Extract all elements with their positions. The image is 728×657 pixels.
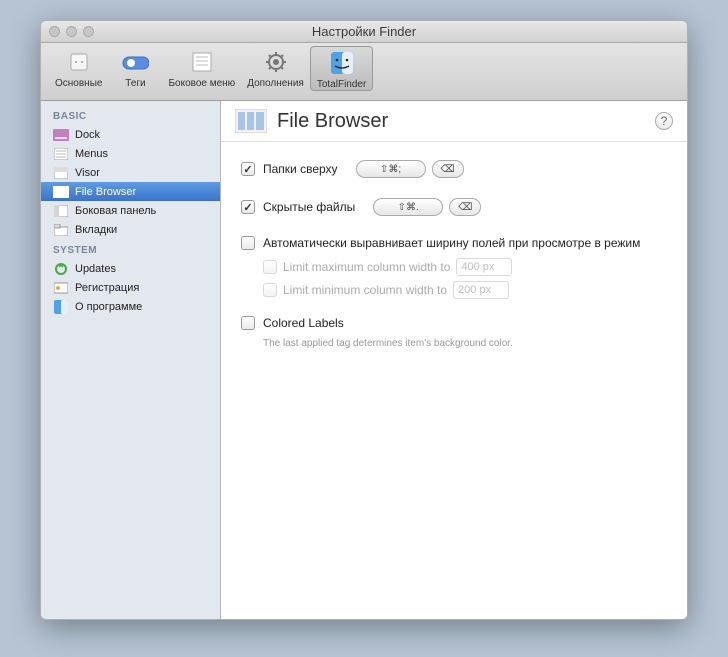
checkbox-folders-on-top[interactable] bbox=[241, 162, 255, 176]
hint-colored-labels: The last applied tag determines item's b… bbox=[263, 338, 667, 349]
dock-icon bbox=[53, 128, 69, 142]
row-auto-width: Автоматически выравнивает ширину полей п… bbox=[241, 236, 667, 250]
row-limit-max: Limit maximum column width to bbox=[263, 258, 667, 276]
shortcut-hidden-files[interactable]: ⇧⌘. bbox=[373, 198, 443, 216]
toolbar: Основные Теги Боковое меню Дополнения To… bbox=[41, 43, 687, 101]
tabs-icon bbox=[53, 223, 69, 237]
page-title: File Browser bbox=[277, 110, 655, 133]
visor-icon bbox=[53, 166, 69, 180]
header-icon bbox=[235, 109, 267, 133]
row-limit-min: Limit minimum column width to bbox=[263, 281, 667, 299]
sidebar-item-file-browser[interactable]: File Browser bbox=[41, 182, 220, 201]
sidebar-item-side-panel[interactable]: Боковая панель bbox=[41, 201, 220, 220]
sidebar-item-registration[interactable]: Регистрация bbox=[41, 278, 220, 297]
sidebar-item-menus[interactable]: Menus bbox=[41, 144, 220, 163]
row-colored-labels: Colored Labels bbox=[241, 316, 667, 330]
help-button[interactable]: ? bbox=[655, 112, 673, 130]
content-header: File Browser ? bbox=[221, 101, 687, 142]
file-browser-icon bbox=[53, 185, 69, 199]
sidebar: BASIC Dock Menus Visor File Browser Боко… bbox=[41, 101, 221, 619]
input-min-width[interactable] bbox=[453, 281, 509, 299]
checkbox-auto-width[interactable] bbox=[241, 236, 255, 250]
label-colored-labels: Colored Labels bbox=[263, 316, 344, 330]
checkbox-colored-labels[interactable] bbox=[241, 316, 255, 330]
updates-icon bbox=[53, 262, 69, 276]
toolbar-general[interactable]: Основные bbox=[49, 48, 108, 89]
window-body: BASIC Dock Menus Visor File Browser Боко… bbox=[41, 101, 687, 619]
label-hidden-files: Скрытые файлы bbox=[263, 200, 355, 214]
toolbar-sidebar[interactable]: Боковое меню bbox=[162, 48, 241, 89]
tags-icon bbox=[121, 48, 149, 76]
side-panel-icon bbox=[53, 204, 69, 218]
finder-icon bbox=[328, 49, 356, 77]
input-max-width[interactable] bbox=[456, 258, 512, 276]
sidebar-icon bbox=[188, 48, 216, 76]
window-title: Настройки Finder bbox=[41, 24, 687, 39]
checkbox-limit-max[interactable] bbox=[263, 260, 277, 274]
toolbar-tags[interactable]: Теги bbox=[108, 48, 162, 89]
registration-icon bbox=[53, 281, 69, 295]
checkbox-limit-min[interactable] bbox=[263, 283, 277, 297]
sidebar-item-dock[interactable]: Dock bbox=[41, 125, 220, 144]
menus-icon bbox=[53, 147, 69, 161]
about-icon bbox=[53, 300, 69, 314]
label-limit-min: Limit minimum column width to bbox=[283, 283, 447, 297]
label-limit-max: Limit maximum column width to bbox=[283, 260, 450, 274]
gear-icon bbox=[262, 48, 290, 76]
sidebar-item-tabs[interactable]: Вкладки bbox=[41, 220, 220, 239]
sidebar-item-visor[interactable]: Visor bbox=[41, 163, 220, 182]
clear-shortcut-1[interactable]: ⌫ bbox=[432, 160, 464, 178]
row-folders-on-top: Папки сверху ⇧⌘; ⌫ bbox=[241, 160, 667, 178]
clear-shortcut-2[interactable]: ⌫ bbox=[449, 198, 481, 216]
general-icon bbox=[65, 48, 93, 76]
content-pane: File Browser ? Папки сверху ⇧⌘; ⌫ Скрыты… bbox=[221, 101, 687, 619]
settings-pane: Папки сверху ⇧⌘; ⌫ Скрытые файлы ⇧⌘. ⌫ bbox=[221, 142, 687, 367]
titlebar[interactable]: Настройки Finder bbox=[41, 21, 687, 43]
row-hidden-files: Скрытые файлы ⇧⌘. ⌫ bbox=[241, 198, 667, 216]
shortcut-folders-on-top[interactable]: ⇧⌘; bbox=[356, 160, 426, 178]
sidebar-item-updates[interactable]: Updates bbox=[41, 259, 220, 278]
toolbar-advanced[interactable]: Дополнения bbox=[241, 48, 310, 89]
toolbar-totalfinder[interactable]: TotalFinder bbox=[310, 46, 373, 91]
label-folders-on-top: Папки сверху bbox=[263, 162, 338, 176]
sidebar-item-about[interactable]: О программе bbox=[41, 297, 220, 316]
checkbox-hidden-files[interactable] bbox=[241, 200, 255, 214]
section-system: SYSTEM bbox=[41, 239, 220, 259]
preferences-window: Настройки Finder Основные Теги Боковое м… bbox=[40, 20, 688, 620]
label-auto-width: Автоматически выравнивает ширину полей п… bbox=[263, 236, 640, 250]
section-basic: BASIC bbox=[41, 105, 220, 125]
